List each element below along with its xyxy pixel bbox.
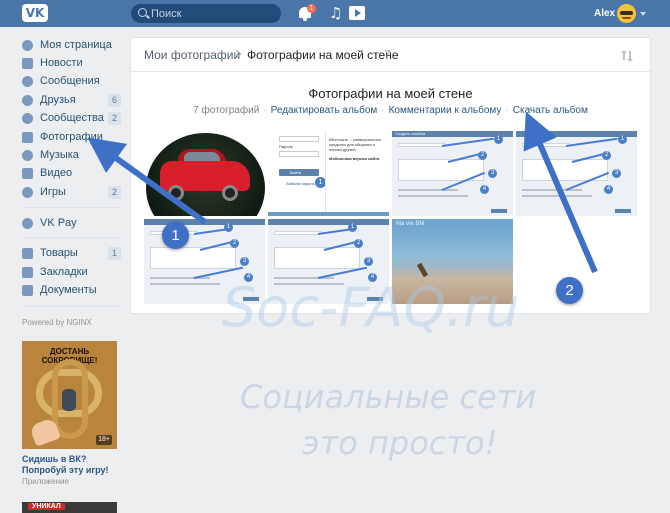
annotation-badge-2: 2 [556, 277, 583, 304]
annotation-arrows [87, 111, 598, 274]
arrow-to-download [523, 111, 598, 274]
annotation-badge-1: 1 [162, 222, 189, 249]
arrow-to-photos [87, 137, 207, 225]
